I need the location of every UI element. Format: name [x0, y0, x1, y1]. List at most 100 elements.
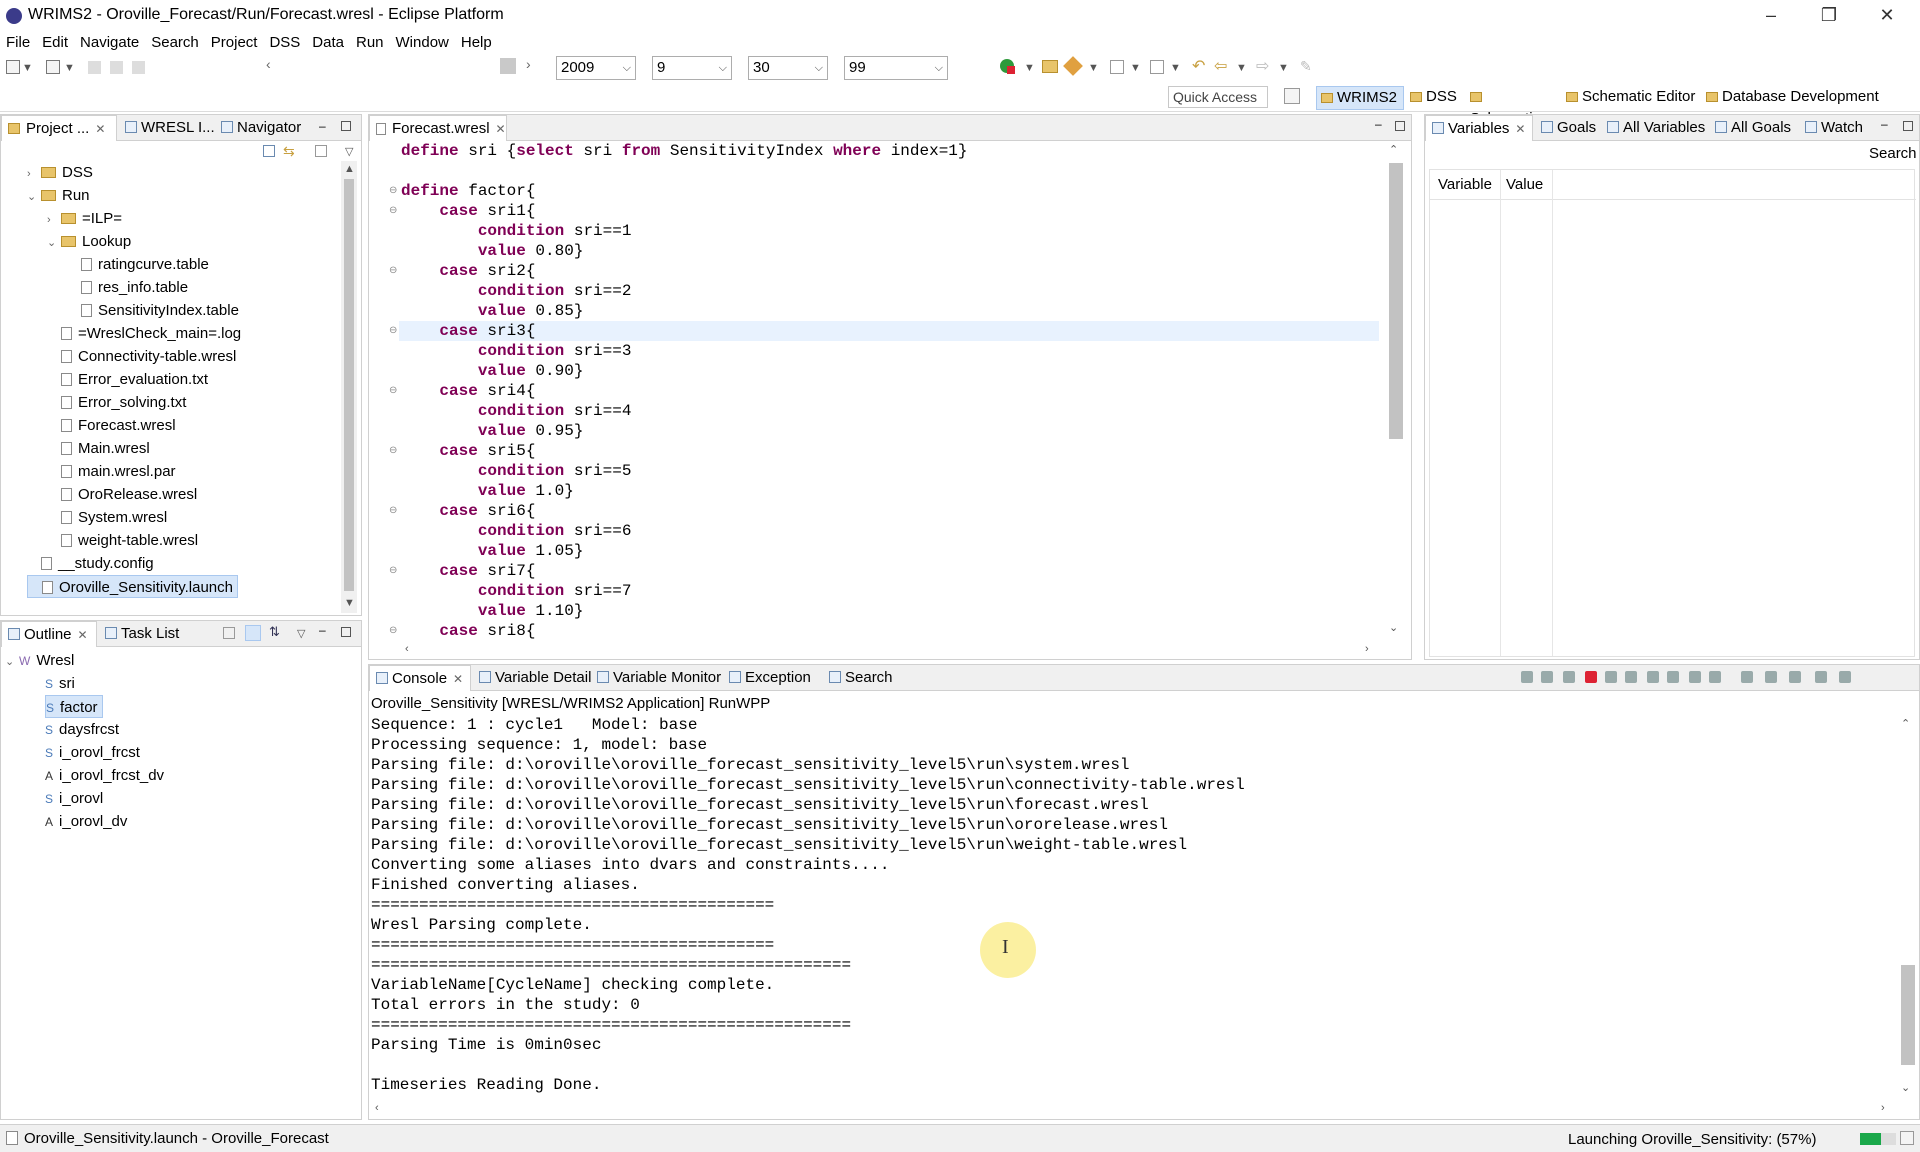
suspend-icon[interactable] — [1521, 671, 1533, 683]
tab-forecast-wresl[interactable]: Forecast.wresl ✕ — [369, 115, 507, 141]
tree-file[interactable]: main.wresl.par — [47, 460, 176, 483]
chevron-down-icon[interactable]: ⌄ — [5, 651, 19, 674]
tree-file[interactable]: SensitivityIndex.table — [67, 299, 239, 322]
scroll-down-icon[interactable]: ⌄ — [1901, 1081, 1910, 1094]
outline-item[interactable]: Sdaysfrcst — [45, 718, 119, 741]
scrollbar-thumb[interactable] — [1389, 163, 1403, 439]
menu-edit[interactable]: Edit — [36, 32, 74, 54]
tab-variable-monitor[interactable]: Variable Monitor — [591, 665, 721, 691]
clear-console-icon[interactable] — [1647, 671, 1659, 683]
outline-item[interactable]: Sfactor — [45, 695, 103, 718]
perspective-schematic[interactable]: Schematic — [1466, 86, 1560, 127]
dropdown-arrow-icon[interactable]: ▼ — [1024, 62, 1035, 74]
back-arrow-icon[interactable]: ‹ — [266, 56, 271, 72]
dropdown-arrow-icon[interactable]: ▼ — [64, 62, 75, 74]
minimize-icon[interactable]: – — [1881, 117, 1888, 131]
maximize-icon[interactable] — [341, 627, 351, 637]
tab-wresl-index[interactable]: WRESL I... — [119, 115, 215, 141]
tree-file[interactable]: Oroville_Sensitivity.launch — [27, 575, 238, 598]
tab-all-goals[interactable]: All Goals — [1709, 115, 1797, 141]
menu-help[interactable]: Help — [455, 32, 498, 54]
scroll-down-icon[interactable]: ⌄ — [1389, 621, 1398, 634]
tab-project-explorer[interactable]: Project ... ✕ — [1, 115, 117, 141]
editor-vertical-scrollbar[interactable]: ⌃ ⌄ — [1381, 141, 1409, 641]
scroll-right-icon[interactable]: › — [1365, 643, 1369, 655]
minimize-icon[interactable]: – — [319, 119, 326, 133]
tree-file[interactable]: OroRelease.wresl — [47, 483, 197, 506]
dropdown-arrow-icon[interactable]: ▼ — [1236, 62, 1247, 74]
new-project-icon[interactable] — [46, 60, 60, 74]
close-button[interactable]: ✕ — [1858, 0, 1916, 32]
maximize-icon[interactable] — [1395, 121, 1405, 131]
next-annotation-icon[interactable] — [1150, 60, 1164, 74]
steps-select[interactable]: 99 ⌵ — [844, 56, 948, 80]
fold-toggle-icon[interactable]: ⊖ — [389, 185, 397, 196]
tree-file[interactable]: Connectivity-table.wresl — [47, 345, 236, 368]
menu-data[interactable]: Data — [306, 32, 350, 54]
scrollbar-thumb[interactable] — [1901, 965, 1915, 1065]
restore-button[interactable]: ❐ — [1800, 0, 1858, 32]
maximize-icon[interactable] — [341, 121, 351, 131]
menu-window[interactable]: Window — [390, 32, 455, 54]
dropdown-arrow-icon[interactable]: ▼ — [22, 62, 33, 74]
sort-icon[interactable]: ⇅ — [269, 624, 280, 640]
tree-folder[interactable]: › DSS — [27, 161, 93, 184]
scroll-up-icon[interactable]: ⌃ — [1901, 717, 1910, 730]
close-icon[interactable]: ✕ — [496, 122, 506, 136]
tree-file[interactable]: Main.wresl — [47, 437, 150, 460]
fold-toggle-icon[interactable]: ⊖ — [389, 265, 397, 276]
wand-icon[interactable] — [1063, 56, 1083, 76]
progress-view-icon[interactable] — [1900, 1131, 1914, 1145]
tree-file[interactable]: res_info.table — [67, 276, 188, 299]
tab-search[interactable]: Search — [823, 665, 903, 691]
open-folder-icon[interactable] — [1042, 60, 1058, 73]
menu-file[interactable]: File — [0, 32, 36, 54]
minimize-icon[interactable]: – — [319, 623, 326, 637]
forward-arrow-icon[interactable]: › — [526, 56, 531, 72]
hide-fields-icon[interactable] — [223, 627, 235, 639]
tab-navigator[interactable]: Navigator — [215, 115, 311, 141]
tab-variables[interactable]: Variables ✕ — [1425, 115, 1533, 141]
minimize-button[interactable]: – — [1742, 0, 1800, 32]
view-menu-icon[interactable]: ▽ — [297, 627, 305, 640]
resume-icon[interactable] — [1541, 671, 1553, 683]
scroll-left-icon[interactable]: ‹ — [405, 643, 409, 655]
scroll-up-icon[interactable]: ⌃ — [1389, 143, 1398, 156]
tree-file[interactable]: Error_evaluation.txt — [47, 368, 208, 391]
code-editor[interactable]: define sri {select sri from SensitivityI… — [369, 141, 1381, 639]
scroll-right-icon[interactable]: › — [1881, 1102, 1885, 1114]
column-header-value[interactable]: Value — [1506, 176, 1543, 193]
tree-folder[interactable]: ⌄ Lookup — [47, 230, 131, 253]
scroll-lock-icon[interactable] — [1667, 671, 1679, 683]
console-output[interactable]: Sequence: 1 : cycle1 Model: base Processi… — [371, 715, 1891, 1097]
terminate-icon[interactable] — [1585, 671, 1597, 683]
tree-file[interactable]: __study.config — [27, 552, 154, 575]
dropdown-arrow-icon[interactable]: ▼ — [1278, 62, 1289, 74]
perspective-wrims2[interactable]: WRIMS2 — [1316, 86, 1404, 110]
tree-file[interactable]: Forecast.wresl — [47, 414, 176, 437]
tree-folder[interactable]: › =ILP= — [47, 207, 122, 230]
annotation-icon[interactable] — [1110, 60, 1124, 74]
show-stdout-icon[interactable] — [1709, 671, 1721, 683]
editor-horizontal-scrollbar[interactable]: ‹ › — [369, 641, 1381, 659]
perspective-database-development[interactable]: Database Development — [1702, 86, 1912, 110]
project-tree-scrollbar[interactable]: ▲ ▼ — [341, 161, 357, 613]
tree-file[interactable]: =WreslCheck_main=.log — [47, 322, 241, 345]
pin-console-icon[interactable] — [1741, 671, 1753, 683]
tab-exception[interactable]: Exception — [723, 665, 821, 691]
back-nav-icon[interactable]: ⇦ — [1214, 56, 1227, 76]
tree-file[interactable]: ratingcurve.table — [67, 253, 209, 276]
remove-all-icon[interactable] — [1625, 671, 1637, 683]
scroll-up-icon[interactable]: ▲ — [344, 163, 355, 175]
link-editor-icon[interactable]: ⇆ — [283, 143, 295, 160]
tab-all-variables[interactable]: All Variables — [1601, 115, 1707, 141]
scroll-left-icon[interactable]: ‹ — [375, 1102, 379, 1114]
quick-access-input[interactable]: Quick Access — [1168, 86, 1268, 108]
chevron-right-icon[interactable]: › — [27, 163, 41, 186]
outline-item[interactable]: Si_orovl_frcst — [45, 741, 140, 764]
new-console-icon[interactable] — [1789, 671, 1801, 683]
close-icon[interactable]: ✕ — [1515, 122, 1525, 136]
new-icon[interactable] — [6, 60, 20, 74]
chevron-right-icon[interactable]: › — [47, 209, 61, 232]
display-console-icon[interactable] — [1765, 671, 1777, 683]
